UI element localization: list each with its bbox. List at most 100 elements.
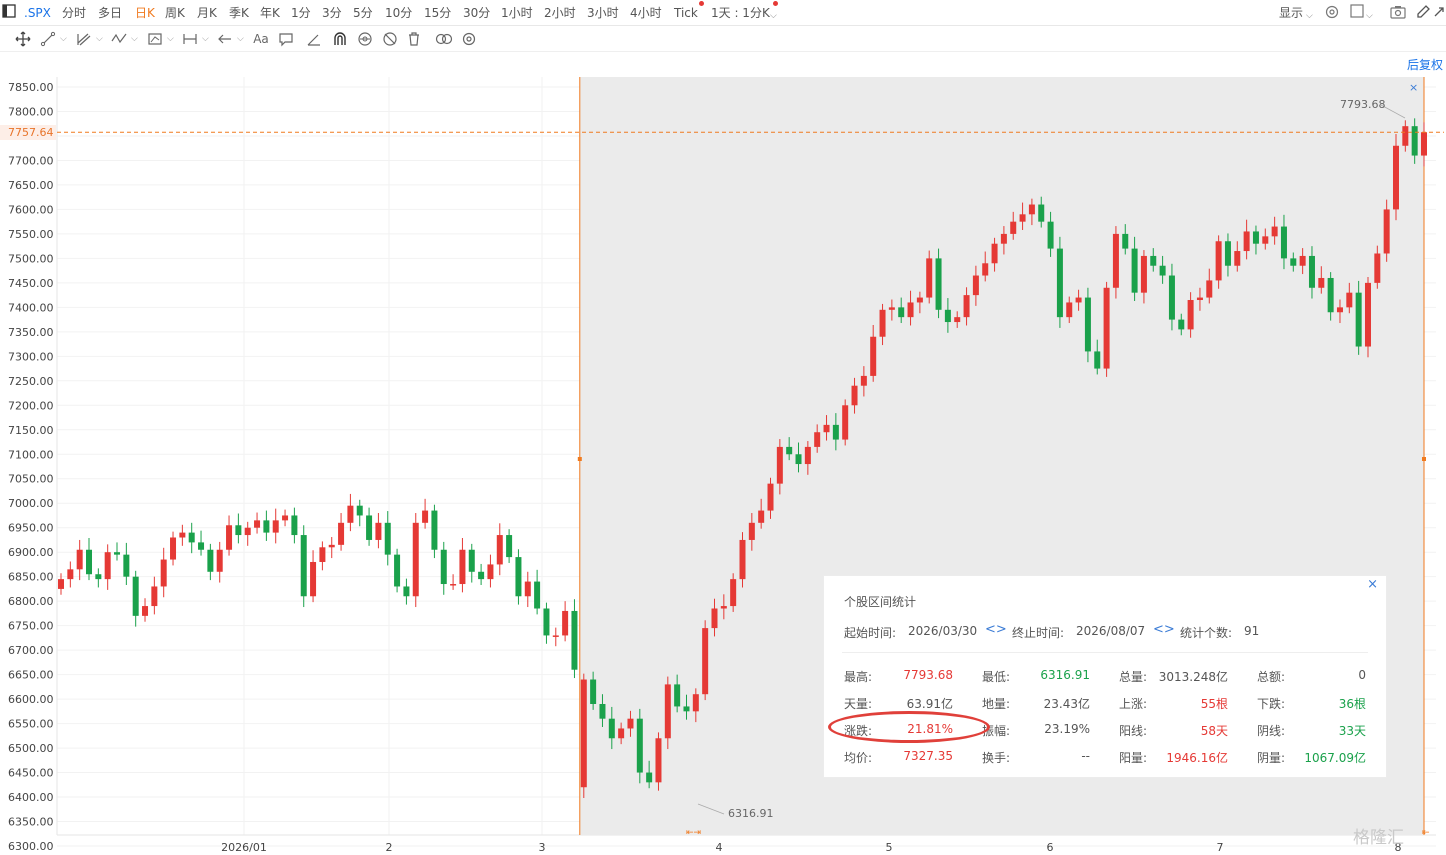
candle-body <box>356 505 363 516</box>
candle-body <box>67 569 74 580</box>
trend-line-icon[interactable] <box>40 31 56 47</box>
stat-label: 均价: <box>844 751 873 765</box>
range-handle-icon[interactable]: ⇤ <box>1422 828 1430 838</box>
range-handle-icon[interactable]: ⇤⇥ <box>686 828 701 838</box>
period-tab[interactable]: 多日 <box>98 5 122 21</box>
chevron-down-icon[interactable]: ⌵ <box>60 31 67 47</box>
candle-body <box>926 258 933 298</box>
intraday-period-select[interactable]: 1天 : 1分K <box>711 5 770 21</box>
candle-body <box>683 706 690 712</box>
period-tab[interactable]: Tick <box>674 5 698 21</box>
period-tab[interactable]: 1分 <box>291 5 311 21</box>
period-tab[interactable]: 周K <box>165 5 185 21</box>
stat-label: 总额: <box>1257 670 1286 684</box>
wave-tool-icon[interactable] <box>111 31 127 47</box>
range-drag-handle[interactable] <box>577 457 582 461</box>
candle-body <box>1000 233 1007 244</box>
hide-drawings-icon[interactable] <box>382 31 398 47</box>
candle-body <box>832 424 839 440</box>
candle-body <box>870 336 877 376</box>
period-tab[interactable]: 季K <box>229 5 249 21</box>
y-tick-label: 7050.00 <box>8 473 54 486</box>
start-time-stepper-icon[interactable]: <> <box>985 622 1007 637</box>
candle-body <box>422 510 429 523</box>
period-tab[interactable]: 2小时 <box>544 5 576 21</box>
candle-body <box>767 483 774 511</box>
candle-body <box>487 564 494 580</box>
candle-body <box>795 454 802 465</box>
candle-body <box>935 258 942 310</box>
chevron-down-icon[interactable]: ⌵ <box>202 31 209 47</box>
measure-tool-icon[interactable] <box>147 31 163 47</box>
trash-icon[interactable] <box>406 31 422 47</box>
period-tab[interactable]: 1小时 <box>501 5 533 21</box>
chevron-down-icon[interactable]: ⌵ <box>1306 8 1313 24</box>
chevron-down-icon[interactable]: ⌵ <box>131 31 138 47</box>
candle-body <box>207 549 214 572</box>
period-tab[interactable]: 分时 <box>62 5 86 21</box>
candle-body <box>132 576 139 616</box>
close-icon[interactable]: × <box>1367 577 1378 592</box>
comment-tool-icon[interactable] <box>278 31 294 47</box>
candle-body <box>860 375 867 386</box>
period-tab[interactable]: 3小时 <box>587 5 619 21</box>
candle-body <box>524 581 531 597</box>
magnet-icon[interactable] <box>332 31 348 47</box>
candle-body <box>1047 221 1054 249</box>
y-tick-label: 7400.00 <box>8 301 54 314</box>
period-tab[interactable]: 15分 <box>424 5 451 21</box>
arrow-left-icon[interactable] <box>217 31 233 47</box>
display-menu[interactable]: 显示 <box>1279 5 1303 21</box>
period-tab[interactable]: 3分 <box>322 5 342 21</box>
ticker-symbol[interactable]: .SPX <box>24 5 51 21</box>
adjust-mode-label[interactable]: 后复权 <box>1407 58 1443 72</box>
period-tab[interactable]: 30分 <box>463 5 490 21</box>
range-tool-icon[interactable] <box>182 31 198 47</box>
stat-label: 上涨: <box>1119 697 1148 711</box>
y-tick-label: 6500.00 <box>8 742 54 755</box>
period-tab[interactable]: 10分 <box>385 5 412 21</box>
period-tab[interactable]: 5分 <box>353 5 373 21</box>
range-drag-handle[interactable] <box>1422 457 1426 461</box>
chevron-down-icon[interactable]: ⌵ <box>96 31 103 47</box>
layout-square-icon[interactable] <box>1350 4 1364 22</box>
candle-body <box>1094 351 1101 369</box>
chevron-down-icon[interactable]: ⌵ <box>770 8 777 24</box>
candle-body <box>991 243 998 264</box>
chevron-down-icon[interactable]: ⌵ <box>1366 8 1373 24</box>
period-tab-active[interactable]: 日K <box>135 5 155 21</box>
end-time-stepper-icon[interactable]: <> <box>1153 622 1175 637</box>
period-toolbar: .SPX 分时 多日 日K 周K 月K 季K 年K 1分 3分 5分 10分 1… <box>0 0 1446 26</box>
stat-label: 最低: <box>982 670 1011 684</box>
period-tab[interactable]: 年K <box>260 5 280 21</box>
candle-body <box>170 537 177 560</box>
period-tab[interactable]: 4小时 <box>630 5 662 21</box>
candle-body <box>1224 241 1231 266</box>
stat-label: 阳线: <box>1119 724 1148 738</box>
ruler-angle-icon[interactable] <box>306 31 322 47</box>
highlight-circle-annotation <box>828 711 990 743</box>
sidebar-toggle-icon[interactable] <box>2 4 16 22</box>
new-badge-icon <box>773 1 778 6</box>
move-crosshair-icon[interactable] <box>15 31 31 47</box>
eye-toggle-icon[interactable] <box>357 31 373 47</box>
pencil-edit-icon[interactable] <box>1415 4 1431 24</box>
chevron-down-icon[interactable]: ⌵ <box>237 31 244 47</box>
stat-value: 23.43亿 <box>1043 697 1090 711</box>
camera-icon[interactable] <box>1390 4 1406 24</box>
period-tab[interactable]: 月K <box>197 5 217 21</box>
chevron-down-icon[interactable]: ⌵ <box>167 31 174 47</box>
start-time-value: 2026/03/30 <box>908 624 978 638</box>
candle-body <box>506 535 513 558</box>
text-tool-icon[interactable]: Aa <box>253 31 269 47</box>
candle-body <box>1346 292 1353 308</box>
stat-label: 换手: <box>982 751 1011 765</box>
expand-arrow-icon[interactable] <box>1433 4 1445 24</box>
draw-settings-gear-icon[interactable] <box>461 31 477 47</box>
settings-gear-icon[interactable] <box>1324 4 1340 24</box>
link-toggle-icon[interactable] <box>435 31 453 47</box>
channel-tool-icon[interactable] <box>76 31 92 47</box>
candle-body <box>1075 297 1082 303</box>
close-selection-icon[interactable]: × <box>1409 81 1418 94</box>
candle-body <box>1215 241 1222 281</box>
